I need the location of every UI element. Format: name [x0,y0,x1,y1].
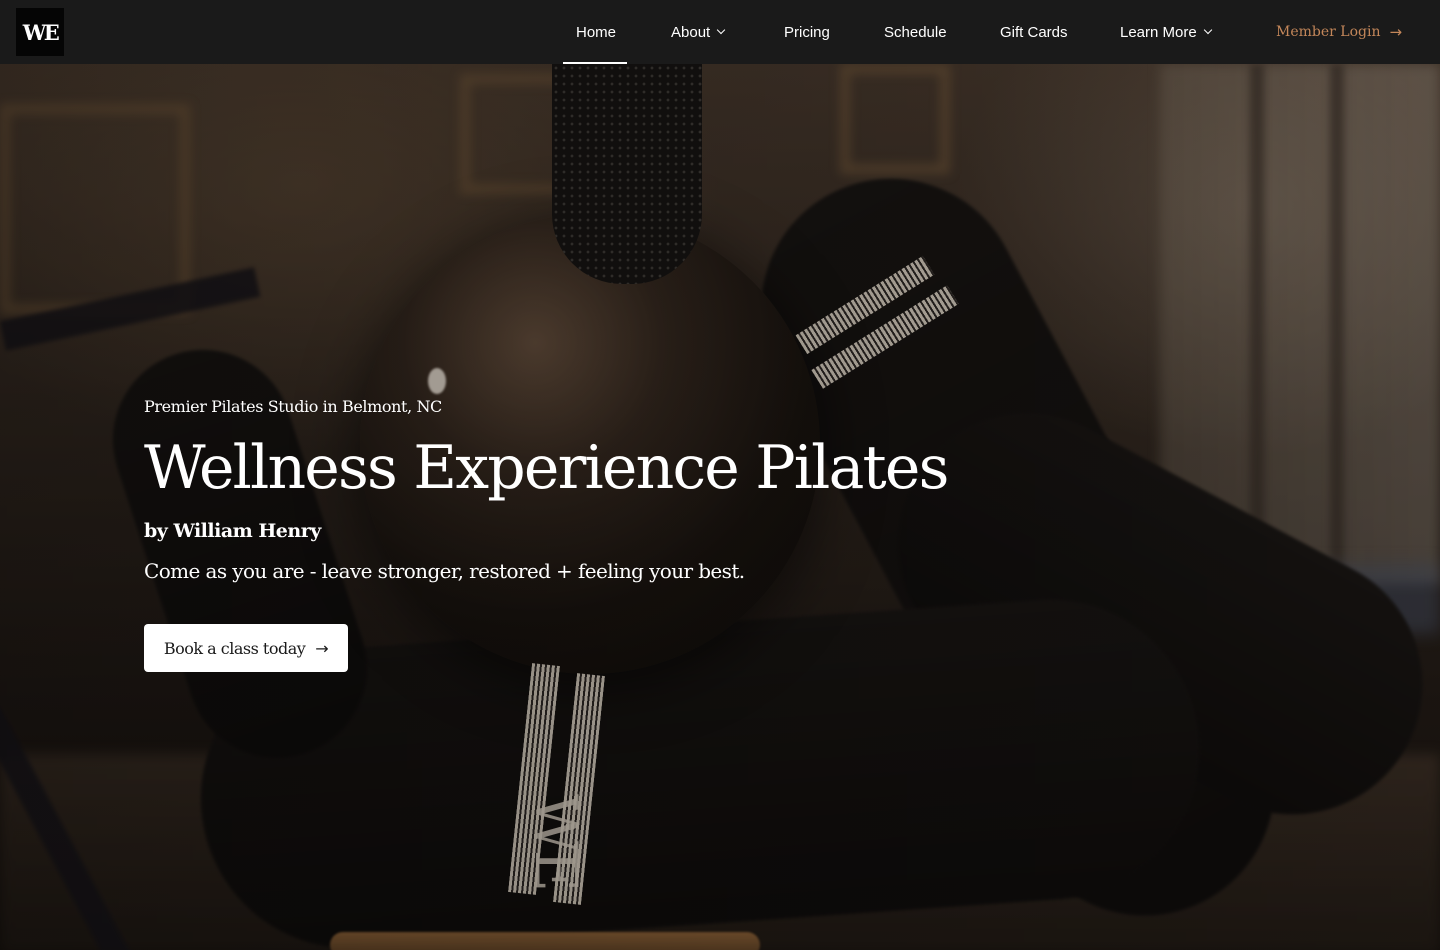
nav-item-home[interactable]: Home [576,0,616,64]
book-class-button[interactable]: Book a class today → [144,624,348,672]
arrow-right-icon: → [1389,23,1403,41]
nav-item-label: Learn More [1120,23,1197,41]
nav-item-pricing[interactable]: Pricing [784,0,830,64]
hero-eyebrow: Premier Pilates Studio in Belmont, NC [144,397,442,416]
nav-item-schedule[interactable]: Schedule [884,0,947,64]
logo[interactable]: WE [16,8,64,56]
logo-text: WE [22,19,60,45]
nav-item-label: Home [576,23,617,41]
chevron-down-icon [1203,25,1212,34]
hero-tagline: Come as you are - leave stronger, restor… [144,559,745,583]
hero-title: Wellness Experience Pilates [144,433,949,503]
hero-dark-overlay [0,64,1440,950]
chevron-down-icon [716,25,726,34]
page: WE Home About Pricing Schedule Gift Card… [0,0,1440,950]
hero-background-image: WE [0,64,1440,950]
active-nav-indicator [563,62,627,64]
arrow-right-icon: → [315,638,329,658]
member-login-label: Member Login [1276,24,1381,40]
nav-item-label: About [671,23,711,41]
nav-item-about[interactable]: About [671,0,726,64]
nav-item-gift-cards[interactable]: Gift Cards [1000,0,1068,64]
nav-item-learn-more[interactable]: Learn More [1120,0,1212,64]
top-navigation: WE Home About Pricing Schedule Gift Card… [0,0,1440,64]
nav-item-label: Pricing [784,23,830,41]
member-login-link[interactable]: Member Login → [1276,0,1402,64]
nav-item-label: Schedule [884,23,947,41]
book-class-label: Book a class today [163,638,306,658]
hero-byline: by William Henry [144,520,321,542]
nav-item-label: Gift Cards [1000,23,1068,41]
